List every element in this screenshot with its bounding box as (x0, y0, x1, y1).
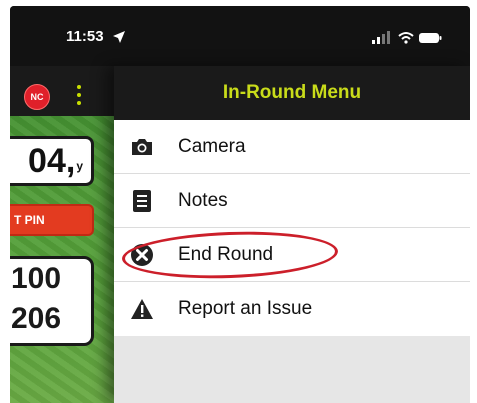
distance-readout: 04, y (10, 136, 94, 186)
in-round-menu-panel: In-Round Menu Camera Notes End Round Rep… (114, 66, 470, 403)
distance-unit: y (76, 159, 83, 173)
signal-icon (372, 31, 390, 44)
phone-screen: 11:53 NC 04, y T PIN 100 206 In-Round Me… (10, 6, 470, 403)
status-icons (372, 31, 442, 44)
menu-item-report-issue[interactable]: Report an Issue (114, 282, 470, 336)
wifi-icon (398, 32, 414, 44)
yardage-bottom: 206 (11, 302, 62, 335)
status-time: 11:53 (66, 28, 104, 45)
menu-header: In-Round Menu (114, 66, 470, 120)
menu-item-label: Notes (178, 189, 228, 211)
menu-item-label: Camera (178, 135, 246, 157)
battery-icon (419, 33, 442, 43)
warning-icon (130, 297, 154, 321)
more-options-icon[interactable] (76, 82, 82, 112)
player-avatar-badge[interactable]: NC (24, 84, 50, 110)
menu-item-label: Report an Issue (178, 298, 313, 319)
status-bar: 11:53 (10, 6, 470, 66)
annotation-circle (121, 228, 339, 282)
yardage-top: 100 (11, 262, 62, 295)
location-arrow-icon (113, 31, 125, 43)
camera-icon (130, 135, 154, 159)
yardage-box: 100 206 (10, 256, 94, 346)
notes-icon (130, 189, 154, 213)
distance-value: 04, (28, 141, 76, 180)
menu-item-notes[interactable]: Notes (114, 174, 470, 228)
menu-item-end-round[interactable]: End Round (114, 228, 470, 282)
menu-list: Camera Notes End Round Report an Issue (114, 120, 470, 336)
set-pin-button[interactable]: T PIN (10, 204, 94, 236)
menu-item-camera[interactable]: Camera (114, 120, 470, 174)
menu-title: In-Round Menu (222, 82, 362, 103)
